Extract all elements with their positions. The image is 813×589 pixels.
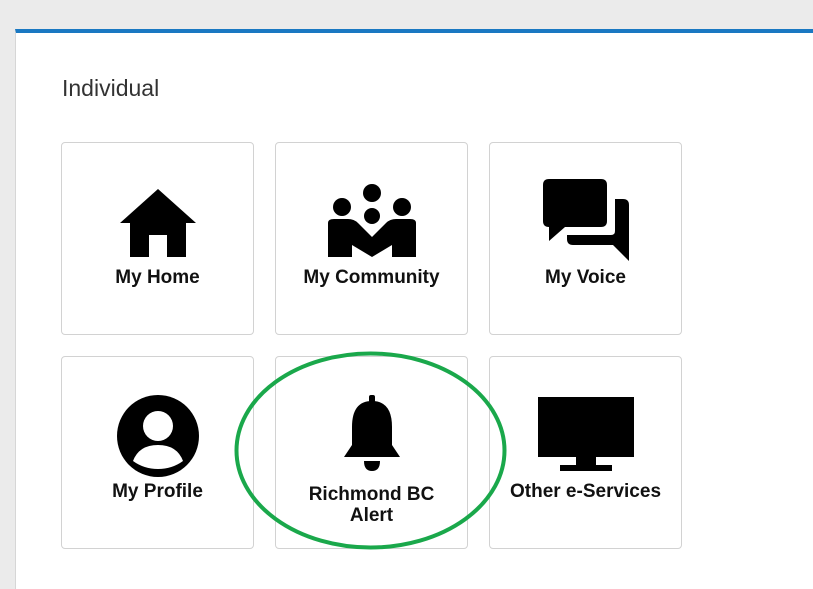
user-circle-icon <box>62 395 253 477</box>
tile-my-profile[interactable]: My Profile <box>61 356 254 549</box>
tile-label: My Home <box>115 267 200 288</box>
tile-other-e-services[interactable]: Other e-Services <box>489 356 682 549</box>
tile-my-community[interactable]: My Community <box>275 142 468 335</box>
bell-icon <box>276 395 467 471</box>
tile-my-voice[interactable]: My Voice <box>489 142 682 335</box>
monitor-icon <box>490 397 681 473</box>
home-icon <box>62 187 253 259</box>
tile-label: Other e-Services <box>509 481 662 502</box>
tile-label: My Community <box>303 267 440 288</box>
tile-label: My Voice <box>545 267 626 288</box>
tile-my-home[interactable]: My Home <box>61 142 254 335</box>
main-panel: Individual My Home My Community My Voice… <box>15 29 813 589</box>
tile-label: My Profile <box>112 481 203 502</box>
chat-bubbles-icon <box>490 179 681 261</box>
tile-label: Richmond BC Alert <box>308 484 435 526</box>
tile-richmond-bc-alert[interactable]: Richmond BC Alert <box>275 356 468 549</box>
section-title: Individual <box>62 75 160 101</box>
community-icon <box>276 183 467 259</box>
